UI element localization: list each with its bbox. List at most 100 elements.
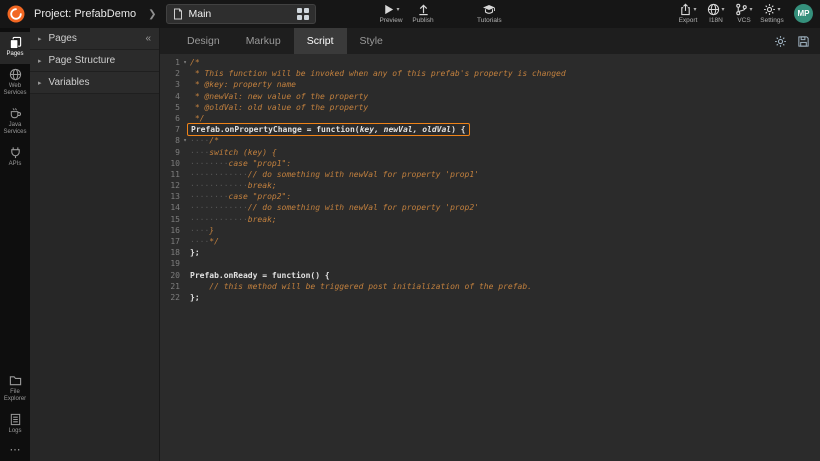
code-line[interactable]: 19 (160, 258, 820, 269)
sidebar-label: Java Services (1, 122, 29, 137)
topbar-right-actions: ▾ Export ▾ I18N ▾ VCS ▾ Settings (676, 2, 784, 24)
vcs-button[interactable]: ▾ VCS (732, 2, 756, 24)
collapse-panel-icon[interactable]: « (145, 33, 151, 44)
code-line[interactable]: 4 * @newVal: new value of the property (160, 91, 820, 102)
code-line[interactable]: 8▾····/* (160, 135, 820, 146)
top-bar: Project: PrefabDemo ❯ Main ▾ Preview Pub… (0, 0, 820, 28)
code-text: ············// do something with newVal … (190, 169, 479, 180)
pages-grid-icon[interactable] (297, 8, 309, 20)
code-line[interactable]: 7Prefab.onPropertyChange = function(key,… (160, 124, 820, 135)
code-line[interactable]: 15············break; (160, 214, 820, 225)
code-line[interactable]: 9····switch (key) { (160, 147, 820, 158)
sidebar-label: File Explorer (1, 389, 29, 404)
line-number: 22 (160, 292, 180, 303)
settings-button[interactable]: ▾ Settings (760, 2, 784, 24)
section-label: Pages (49, 33, 77, 44)
sidebar-label: Pages (1, 51, 29, 59)
code-line[interactable]: 13········case "prop2": (160, 191, 820, 202)
line-number: 4 (160, 91, 180, 102)
code-line[interactable]: 22}; (160, 292, 820, 303)
code-text: Prefab.onPropertyChange = function(key, … (190, 123, 470, 136)
sidebar-item-pages[interactable]: Pages (0, 32, 30, 64)
fold-caret-icon[interactable]: ▾ (180, 57, 190, 68)
export-label: Export (679, 17, 698, 24)
line-number: 1 (160, 57, 180, 68)
pages-icon (9, 36, 22, 49)
api-icon (9, 146, 22, 159)
globe-icon (707, 3, 720, 16)
gear-icon (763, 3, 776, 16)
tutorials-group: Tutorials (477, 2, 502, 24)
selected-page-name: Main (189, 8, 298, 20)
code-line[interactable]: 18}; (160, 247, 820, 258)
code-line[interactable]: 20Prefab.onReady = function() { (160, 270, 820, 281)
tab-style[interactable]: Style (347, 28, 396, 54)
panel-section-pages[interactable]: ▸ Pages « (30, 28, 159, 50)
chevron-right-icon: ▸ (38, 35, 42, 43)
line-number: 5 (160, 102, 180, 113)
code-text: ············break; (190, 214, 277, 225)
graduation-cap-icon (482, 3, 496, 16)
chevron-right-icon: ▸ (38, 57, 42, 65)
line-number: 20 (160, 270, 180, 281)
code-line[interactable]: 1▾/* (160, 57, 820, 68)
line-number: 10 (160, 158, 180, 169)
sidebar-item-java-services[interactable]: Java Services (0, 103, 30, 142)
publish-button[interactable]: Publish (411, 2, 435, 24)
tab-script[interactable]: Script (294, 28, 347, 54)
code-line[interactable]: 11 ············// do something with newVa… (160, 169, 820, 180)
code-line[interactable]: 2 * This function will be invoked when a… (160, 68, 820, 79)
code-line[interactable]: 21 // this method will be triggered post… (160, 281, 820, 292)
code-text: }; (190, 247, 200, 258)
save-icon[interactable] (797, 35, 810, 48)
chevron-down-icon: ▾ (396, 6, 399, 13)
fold-caret-icon[interactable]: ▾ (180, 135, 190, 146)
code-line[interactable]: 3 * @key: property name (160, 79, 820, 90)
preview-button[interactable]: ▾ Preview (379, 2, 403, 24)
code-editor[interactable]: 1▾/*2 * This function will be invoked wh… (160, 54, 820, 461)
i18n-button[interactable]: ▾ I18N (704, 2, 728, 24)
sidebar-item-file-explorer[interactable]: File Explorer (0, 370, 30, 409)
sidebar-item-web-services[interactable]: Web Services (0, 64, 30, 103)
panel-section-variables[interactable]: ▸ Variables (30, 72, 159, 94)
code-text: * This function will be invoked when any… (190, 68, 566, 79)
page-doc-icon (173, 8, 183, 20)
sidebar-item-apis[interactable]: APIs (0, 142, 30, 174)
tutorials-label: Tutorials (477, 17, 502, 24)
code-line[interactable]: 10 ········case "prop1": (160, 158, 820, 169)
line-number: 11 (160, 169, 180, 180)
tab-markup[interactable]: Markup (233, 28, 294, 54)
editor-settings-gear-icon[interactable] (774, 35, 787, 48)
user-avatar[interactable]: MP (794, 4, 813, 23)
code-line[interactable]: 14············// do something with newVa… (160, 202, 820, 213)
line-number: 19 (160, 258, 180, 269)
code-line[interactable]: 5 * @oldVal: old value of the property (160, 102, 820, 113)
sidebar-item-logs[interactable]: Logs (0, 409, 30, 441)
page-selector[interactable]: Main (166, 4, 316, 24)
code-line[interactable]: 17····*/ (160, 236, 820, 247)
main-content: Design Markup Script Style 1▾/*2 * This … (160, 28, 820, 461)
more-options-icon[interactable]: ⋯ (10, 440, 21, 461)
export-button[interactable]: ▾ Export (676, 2, 700, 24)
code-text: ············// do something with newVal … (190, 202, 479, 213)
code-text: ········case "prop2": (190, 191, 291, 202)
code-text: ············break; (190, 180, 277, 191)
line-number: 6 (160, 113, 180, 124)
highlight-box: Prefab.onPropertyChange = function(key, … (187, 123, 470, 136)
code-text: ····/* (190, 135, 219, 146)
tutorials-button[interactable]: Tutorials (477, 2, 502, 24)
code-line[interactable]: 12············break; (160, 180, 820, 191)
panel-section-page-structure[interactable]: ▸ Page Structure (30, 50, 159, 72)
code-line[interactable]: 16····} (160, 225, 820, 236)
play-icon (382, 3, 395, 16)
code-text: ········case "prop1": (190, 158, 291, 169)
i18n-label: I18N (709, 17, 723, 24)
chevron-down-icon: ▾ (721, 6, 724, 13)
line-number: 3 (160, 79, 180, 90)
line-number: 16 (160, 225, 180, 236)
pages-panel: ▸ Pages « ▸ Page Structure ▸ Variables (30, 28, 160, 461)
sidebar-label: Logs (1, 428, 29, 436)
code-text: * @key: property name (190, 79, 296, 90)
tab-design[interactable]: Design (174, 28, 233, 54)
logs-icon (9, 413, 22, 426)
